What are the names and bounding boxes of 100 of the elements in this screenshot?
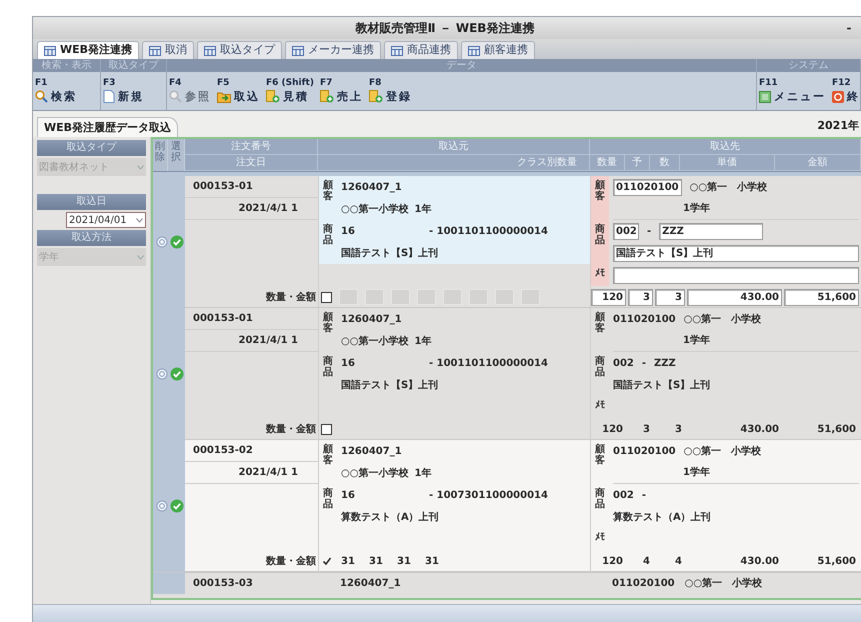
school-name: ○○第一 小学校 xyxy=(684,576,762,591)
check-circle-icon[interactable] xyxy=(170,499,184,513)
tab[interactable]: メーカー連携 xyxy=(285,41,382,59)
product-name-field[interactable]: 国語テスト【S】上刊 xyxy=(613,244,859,262)
product-number: - 1007301100000014 xyxy=(429,488,548,502)
window-title: 教材販売管理Ⅱ － WEB発注連携 xyxy=(354,20,536,37)
count: 4 xyxy=(674,554,683,568)
tab[interactable]: 取消 xyxy=(142,41,194,59)
row-label: 顧客 xyxy=(323,444,333,466)
grade-label: 1年 xyxy=(414,466,432,480)
reserve-count-field[interactable]: 3 xyxy=(628,288,653,306)
row-label: 商品 xyxy=(323,224,333,246)
document-plus-icon xyxy=(320,90,334,103)
table-icon xyxy=(391,46,404,56)
table-row[interactable]: 000153-01 2021/4/1 1 数量・金額 顧客 商品 1260407_1 ○○第一小学校 1年 16 - 1001101100000014 国語テスト【S】上刊 顧客 商品 ﾒﾓ 011020100 ○○第一 小学校 1学年 002 - ZZZ 国語テスト【S】上刊 120 3 3 430.00 51,600 xyxy=(153,308,861,440)
group-label: データ xyxy=(167,59,756,72)
separator-text: - xyxy=(642,488,646,502)
customer-code: 011020100 xyxy=(613,312,676,326)
school-name: ○○第一小学校 xyxy=(341,202,408,216)
memo-field[interactable] xyxy=(613,266,859,284)
row-label: 顧客 xyxy=(595,312,605,334)
product-sub-field[interactable]: ZZZ xyxy=(659,222,764,240)
toolbar-button[interactable]: F11 メニュー xyxy=(759,72,830,110)
table-icon xyxy=(44,46,56,56)
product-code-field[interactable]: 002 xyxy=(613,222,639,240)
product-code: 16 xyxy=(341,488,356,502)
field-label: 取込日 xyxy=(37,194,146,210)
unit-price: 430.00 xyxy=(739,422,780,436)
chevron-down-icon xyxy=(136,218,143,222)
table-row[interactable]: 000153-02 2021/4/1 1 数量・金額 顧客 商品 1260407_1 ○○第一小学校 1年 16 - 1007301100000014 算数テスト（A）上刊 31 31 31 31 顧客 商品 ﾒﾓ 011020100 ○○第一 小学校 1学年 002 - 算数テスト（A）上刊 120 4 4 430.00 51,600 xyxy=(153,440,861,572)
column-header: 予 xyxy=(625,155,650,171)
check-circle-icon[interactable] xyxy=(170,235,184,249)
tab[interactable]: 顧客連携 xyxy=(461,41,536,59)
row-label: 商品 xyxy=(323,488,333,510)
product-sub-code: ZZZ xyxy=(654,356,676,370)
tab[interactable]: 商品連携 xyxy=(384,41,458,59)
reserve-count: 4 xyxy=(642,554,651,568)
quantity-field[interactable]: 120 xyxy=(591,288,626,306)
column-header: 金額 xyxy=(775,155,861,171)
unit-price-field[interactable]: 430.00 xyxy=(687,288,782,306)
order-date: 2021/4/1 1 xyxy=(238,334,298,348)
row-label: 顧客 xyxy=(595,444,605,466)
order-number: 000153-02 xyxy=(193,444,253,458)
row-label: 商品 xyxy=(323,356,333,378)
subtab[interactable]: WEB発注履歴データ取込 xyxy=(37,117,178,137)
grade-label: 1年 xyxy=(414,202,432,216)
minimize-button[interactable]: - xyxy=(837,19,861,37)
quantity: 120 xyxy=(601,422,624,436)
folder-arrow-icon xyxy=(217,90,231,103)
row-label: 顧客 xyxy=(323,180,333,202)
toolbar-button[interactable]: F8 登録 xyxy=(368,72,416,110)
amount-field[interactable]: 51,600 xyxy=(784,288,859,306)
column-header: クラス別数量 xyxy=(318,155,590,171)
column-header: 取込先 xyxy=(590,139,861,155)
table-icon xyxy=(468,46,480,56)
toolbar-button[interactable]: F6 (Shift) 見積 xyxy=(266,72,318,110)
toolbar-button[interactable]: F7 売上 xyxy=(320,72,367,110)
tab[interactable]: 取込タイプ xyxy=(197,41,282,59)
date-field[interactable]: 2021/04/01 xyxy=(66,212,146,228)
search-icon xyxy=(35,90,48,103)
row-label: 商品 xyxy=(595,488,605,510)
menu-icon xyxy=(759,90,771,102)
column-header: 単価 xyxy=(680,155,775,171)
row-label: 顧客 xyxy=(323,312,333,334)
toolbar-button[interactable]: F5 取込 xyxy=(217,72,264,110)
product-name: 国語テスト【S】上刊 xyxy=(341,378,438,392)
table-icon xyxy=(292,46,304,56)
row-label: 商品 xyxy=(595,356,605,378)
tab[interactable]: WEB発注連携 xyxy=(37,41,140,59)
toolbar-button[interactable]: F1 検索 xyxy=(35,72,81,110)
check-circle-icon[interactable] xyxy=(170,367,184,381)
quantity-amount-label: 数量・金額 xyxy=(266,554,316,568)
amount: 51,600 xyxy=(816,422,857,436)
quantity-amount-label: 数量・金額 xyxy=(266,422,316,436)
grade-label: 1学年 xyxy=(683,202,710,216)
table-row[interactable]: 000153-01 2021/4/1 1 数量・金額 顧客 商品 1260407_1 ○○第一小学校 1年 16 - 1001101100000014 国語テスト【S】上刊 顧客 商品 ﾒﾓ 011020100 ○○第一 小学校 1学年 002 - ZZZ 国語テスト【S】上刊 120 3 3 430.00 51,600 xyxy=(153,176,861,308)
check-mark-icon[interactable] xyxy=(321,556,332,566)
column-header: 数量 xyxy=(590,155,625,171)
customer-code: 1260407_1 xyxy=(341,180,402,194)
checkbox[interactable] xyxy=(321,424,332,434)
chevron-down-icon xyxy=(137,254,144,260)
group-label: 取込タイプ xyxy=(101,59,166,72)
customer-code: 1260407_1 xyxy=(341,312,402,326)
table-row[interactable]: 000153-03 1260407_1 011020100 ○○第一 小学校 xyxy=(153,572,861,594)
document-plus-icon xyxy=(368,90,383,103)
toolbar-button[interactable]: F3 新規 xyxy=(103,72,148,110)
grade-label: 1学年 xyxy=(683,466,710,480)
quantity: 120 xyxy=(601,554,624,568)
column-header: 選択 xyxy=(168,139,185,171)
count-field[interactable]: 3 xyxy=(655,288,685,306)
product-name: 国語テスト【S】上刊 xyxy=(613,378,710,392)
table-icon xyxy=(204,46,216,56)
checkbox[interactable] xyxy=(321,292,332,302)
customer-code-field[interactable]: 011020100 xyxy=(613,178,682,196)
toolbar-button[interactable]: F12 終 xyxy=(832,72,861,110)
school-name: ○○第一 小学校 xyxy=(684,444,762,458)
class-quantity: 31 xyxy=(424,554,440,568)
group-label: システム xyxy=(757,59,860,72)
column-header: 注文日 xyxy=(185,155,318,171)
school-name: ○○第一 小学校 xyxy=(690,180,768,194)
